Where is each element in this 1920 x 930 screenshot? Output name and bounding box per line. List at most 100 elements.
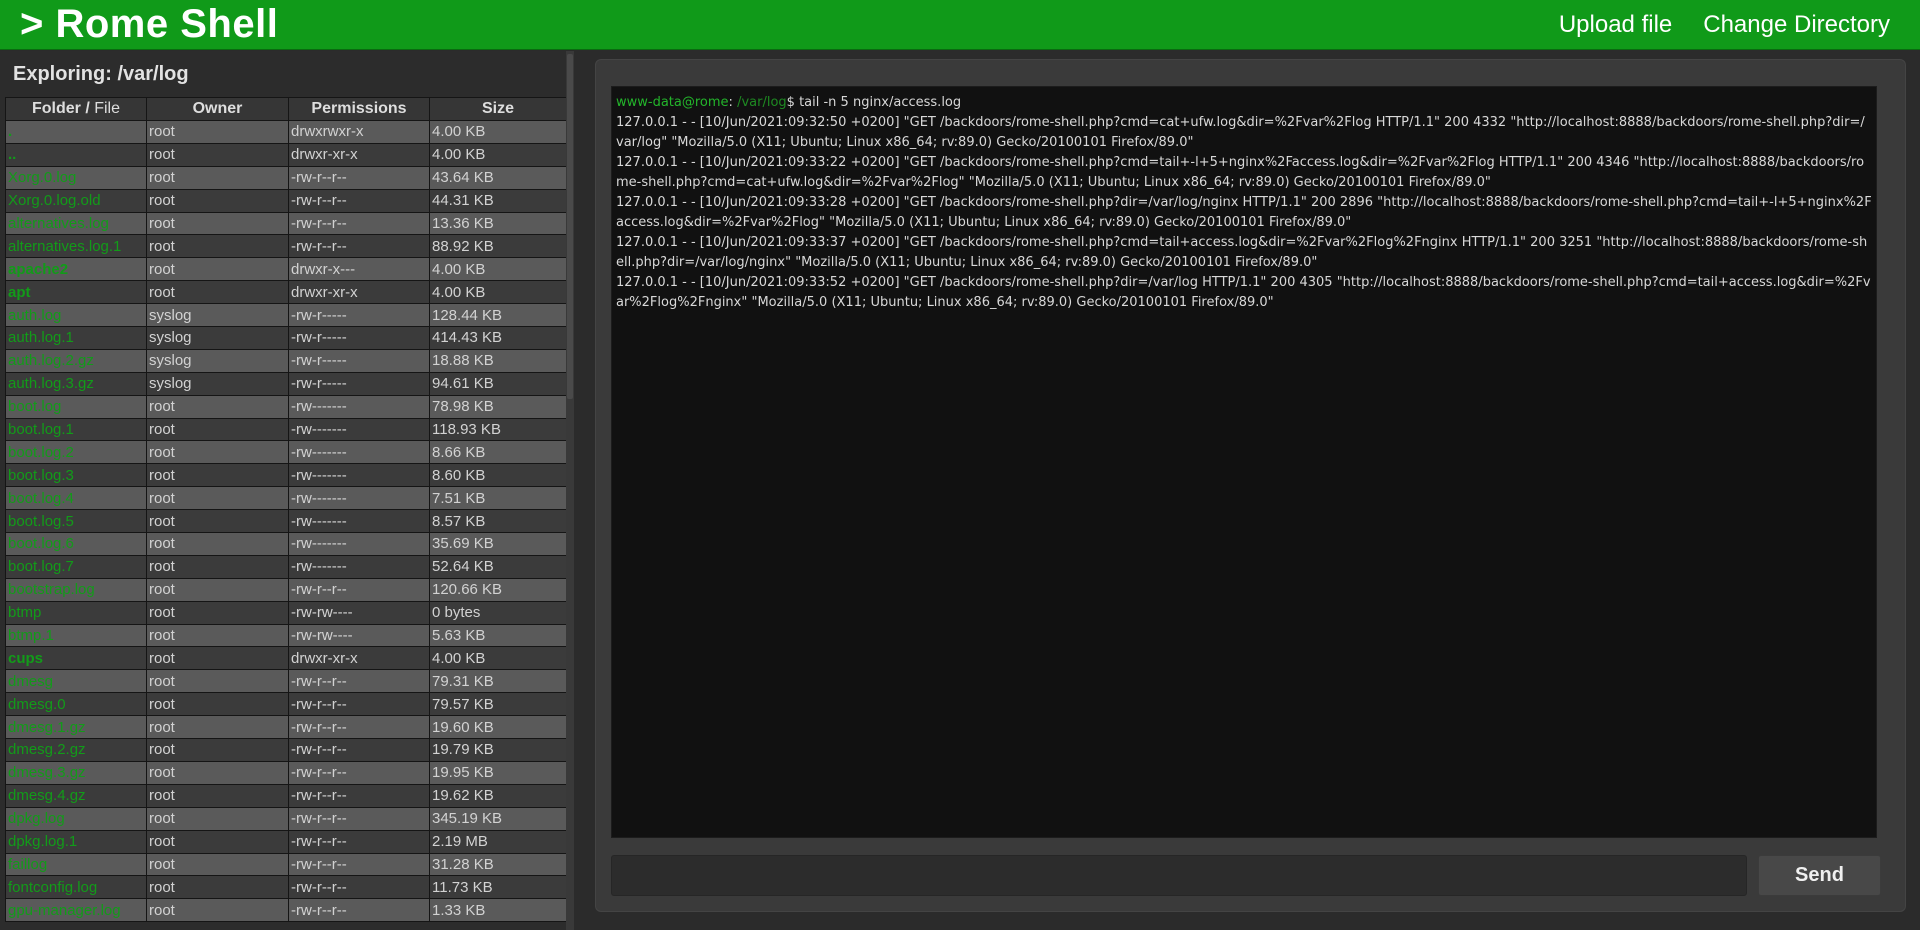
file-table-row[interactable]: dpkg.log root -rw-r--r-- 345.19 KB — [5, 806, 566, 831]
file-table-row[interactable]: auth.log syslog -rw-r----- 128.44 KB — [5, 303, 566, 328]
file-table-row[interactable]: gpu-manager.log root -rw-r--r-- 1.33 KB — [5, 898, 566, 923]
file-table-row[interactable]: dmesg root -rw-r--r-- 79.31 KB — [5, 669, 566, 694]
size-cell: 5.63 KB — [429, 623, 566, 648]
file-name-cell[interactable]: auth.log.3.gz — [5, 371, 147, 396]
permissions-cell: -rw-r--r-- — [288, 669, 430, 694]
file-table-row[interactable]: boot.log.1 root -rw------- 118.93 KB — [5, 417, 566, 442]
scrollbar-thumb[interactable] — [567, 54, 573, 399]
owner-cell: root — [146, 875, 289, 900]
file-name-cell[interactable]: apache2 — [5, 257, 147, 282]
file-name-cell[interactable]: dmesg — [5, 669, 147, 694]
file-name-cell[interactable]: Xorg.0.log.old — [5, 188, 147, 213]
file-name-cell[interactable]: faillog — [5, 852, 147, 877]
terminal-panel: www-data@rome: /var/log$ tail -n 5 nginx… — [595, 59, 1906, 912]
file-table-row[interactable]: boot.log root -rw------- 78.98 KB — [5, 394, 566, 419]
file-name-cell[interactable]: boot.log.2 — [5, 440, 147, 465]
file-name-cell[interactable]: boot.log.7 — [5, 554, 147, 579]
owner-cell: syslog — [146, 348, 289, 373]
file-table-row[interactable]: apache2 root drwxr-x--- 4.00 KB — [5, 257, 566, 282]
file-table-row[interactable]: boot.log.7 root -rw------- 52.64 KB — [5, 554, 566, 579]
change-directory-link[interactable]: Change Directory — [1703, 11, 1890, 39]
file-table-row[interactable]: dmesg.4.gz root -rw-r--r-- 19.62 KB — [5, 783, 566, 808]
file-table-row[interactable]: dmesg.0 root -rw-r--r-- 79.57 KB — [5, 692, 566, 717]
file-name-cell[interactable]: . — [5, 120, 147, 144]
file-name-cell[interactable]: boot.log — [5, 394, 147, 419]
file-table-row[interactable]: Xorg.0.log.old root -rw-r--r-- 44.31 KB — [5, 188, 566, 213]
owner-cell: syslog — [146, 371, 289, 396]
file-name-cell[interactable]: bootstrap.log — [5, 577, 147, 602]
permissions-cell: drwxr-xr-x — [288, 646, 430, 671]
file-name-cell[interactable]: auth.log — [5, 303, 147, 328]
file-name-cell[interactable]: alternatives.log.1 — [5, 234, 147, 259]
permissions-cell: drwxr-x--- — [288, 257, 430, 282]
permissions-cell: -rw-r--r-- — [288, 577, 430, 602]
size-cell: 94.61 KB — [429, 371, 566, 396]
file-table-row[interactable]: bootstrap.log root -rw-r--r-- 120.66 KB — [5, 577, 566, 602]
file-name-cell[interactable]: Xorg.0.log — [5, 165, 147, 190]
file-table-row[interactable]: alternatives.log.1 root -rw-r--r-- 88.92 KB — [5, 234, 566, 259]
file-table-row[interactable]: boot.log.5 root -rw------- 8.57 KB — [5, 509, 566, 534]
file-table-row[interactable]: btmp.1 root -rw-rw---- 5.63 KB — [5, 623, 566, 648]
file-name-cell[interactable]: dmesg.1.gz — [5, 715, 147, 740]
owner-cell: root — [146, 806, 289, 831]
file-table-row[interactable]: dmesg.3.gz root -rw-r--r-- 19.95 KB — [5, 760, 566, 785]
header-folder-file: Folder / File — [5, 97, 147, 121]
file-name-cell[interactable]: auth.log.2.gz — [5, 348, 147, 373]
file-name-cell[interactable]: boot.log.6 — [5, 532, 147, 556]
terminal-output: www-data@rome: /var/log$ tail -n 5 nginx… — [611, 86, 1877, 838]
explorer-scrollbar[interactable] — [566, 51, 574, 930]
file-name-cell[interactable]: alternatives.log — [5, 211, 147, 236]
file-table-row[interactable]: alternatives.log root -rw-r--r-- 13.36 KB — [5, 211, 566, 236]
file-table-row[interactable]: dmesg.1.gz root -rw-r--r-- 19.60 KB — [5, 715, 566, 740]
file-table-header: Folder / File Owner Permissions Size — [5, 97, 566, 121]
owner-cell: root — [146, 623, 289, 648]
permissions-cell: -rw-rw---- — [288, 623, 430, 648]
file-name-cell[interactable]: gpu-manager.log — [5, 898, 147, 923]
permissions-cell: -rw-r--r-- — [288, 806, 430, 831]
file-name-cell[interactable]: .. — [5, 142, 147, 167]
file-table-row[interactable]: Xorg.0.log root -rw-r--r-- 43.64 KB — [5, 165, 566, 190]
file-table-row[interactable]: dpkg.log.1 root -rw-r--r-- 2.19 MB — [5, 829, 566, 854]
file-name-cell[interactable]: dmesg.4.gz — [5, 783, 147, 808]
file-table-row[interactable]: faillog root -rw-r--r-- 31.28 KB — [5, 852, 566, 877]
file-table-row[interactable]: boot.log.3 root -rw------- 8.60 KB — [5, 463, 566, 488]
file-table-row[interactable]: auth.log.1 syslog -rw-r----- 414.43 KB — [5, 326, 566, 350]
file-table-row[interactable]: .. root drwxr-xr-x 4.00 KB — [5, 142, 566, 167]
size-cell: 18.88 KB — [429, 348, 566, 373]
file-name-cell[interactable]: dmesg.2.gz — [5, 738, 147, 762]
file-name-cell[interactable]: auth.log.1 — [5, 326, 147, 350]
file-name-cell[interactable]: dpkg.log.1 — [5, 829, 147, 854]
file-table-row[interactable]: fontconfig.log root -rw-r--r-- 11.73 KB — [5, 875, 566, 900]
file-name-cell[interactable]: boot.log.4 — [5, 486, 147, 511]
file-name-cell[interactable]: boot.log.5 — [5, 509, 147, 534]
permissions-cell: -rw------- — [288, 486, 430, 511]
file-name-cell[interactable]: dmesg.3.gz — [5, 760, 147, 785]
file-name-cell[interactable]: boot.log.3 — [5, 463, 147, 488]
file-table-row[interactable]: btmp root -rw-rw---- 0 bytes — [5, 600, 566, 625]
file-name-cell[interactable]: btmp.1 — [5, 623, 147, 648]
size-cell: 52.64 KB — [429, 554, 566, 579]
file-table-row[interactable]: auth.log.2.gz syslog -rw-r----- 18.88 KB — [5, 348, 566, 373]
owner-cell: root — [146, 532, 289, 556]
file-name-cell[interactable]: dmesg.0 — [5, 692, 147, 717]
file-name-cell[interactable]: cups — [5, 646, 147, 671]
prompt-line: www-data@rome: /var/log$ tail -n 5 nginx… — [616, 93, 1872, 113]
file-table-row[interactable]: apt root drwxr-xr-x 4.00 KB — [5, 280, 566, 305]
file-table-row[interactable]: dmesg.2.gz root -rw-r--r-- 19.79 KB — [5, 738, 566, 762]
size-cell: 8.60 KB — [429, 463, 566, 488]
size-cell: 4.00 KB — [429, 142, 566, 167]
file-table-row[interactable]: . root drwxrwxr-x 4.00 KB — [5, 120, 566, 144]
send-button[interactable]: Send — [1758, 855, 1881, 896]
file-table-row[interactable]: boot.log.2 root -rw------- 8.66 KB — [5, 440, 566, 465]
file-table-row[interactable]: boot.log.4 root -rw------- 7.51 KB — [5, 486, 566, 511]
file-table-row[interactable]: auth.log.3.gz syslog -rw-r----- 94.61 KB — [5, 371, 566, 396]
file-table-row[interactable]: boot.log.6 root -rw------- 35.69 KB — [5, 532, 566, 556]
file-name-cell[interactable]: boot.log.1 — [5, 417, 147, 442]
upload-file-link[interactable]: Upload file — [1559, 11, 1672, 39]
file-name-cell[interactable]: dpkg.log — [5, 806, 147, 831]
command-input[interactable] — [611, 855, 1747, 896]
file-name-cell[interactable]: apt — [5, 280, 147, 305]
file-table-row[interactable]: cups root drwxr-xr-x 4.00 KB — [5, 646, 566, 671]
file-name-cell[interactable]: fontconfig.log — [5, 875, 147, 900]
file-name-cell[interactable]: btmp — [5, 600, 147, 625]
